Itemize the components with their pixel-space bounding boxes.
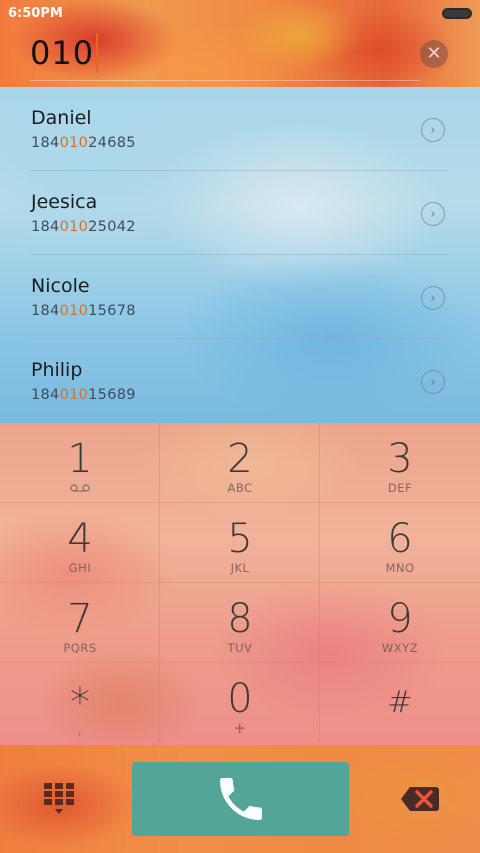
phone-icon	[219, 778, 262, 820]
chevron-right-icon: ›	[430, 374, 436, 390]
key-digit: 1	[67, 436, 93, 482]
key-letters: ,	[77, 723, 83, 737]
key-letters: TUV	[227, 641, 253, 655]
dialer-header: 6:50PM 010 ✕	[0, 0, 480, 87]
key-0[interactable]: 0 +	[160, 663, 320, 743]
number-prefix: 184	[31, 303, 60, 319]
contact-suggestions-list: Daniel 18401024685 › Jeesica 18401025042…	[0, 87, 480, 423]
contact-row-nicole[interactable]: Nicole 18401015678 ›	[0, 255, 480, 339]
contact-detail-button[interactable]: ›	[421, 370, 445, 394]
chevron-right-icon: ›	[430, 206, 436, 222]
key-digit: 3	[387, 436, 413, 482]
key-digit: *	[70, 680, 90, 726]
key-digit: 6	[387, 516, 413, 562]
contact-name: Philip	[31, 359, 83, 381]
battery-icon	[442, 8, 472, 19]
chevron-right-icon: ›	[430, 122, 436, 138]
contact-number: 18401024685	[31, 135, 136, 151]
number-suffix: 24685	[88, 135, 136, 151]
key-letters: GHI	[68, 561, 92, 575]
key-letters: JKL	[230, 561, 250, 575]
number-match: 010	[59, 135, 89, 151]
contact-row-jeesica[interactable]: Jeesica 18401025042 ›	[0, 171, 480, 255]
key-letters: MNO	[385, 561, 415, 575]
key-digit: 7	[67, 596, 93, 642]
keypad-grid-icon[interactable]	[44, 783, 76, 817]
text-caret	[96, 33, 99, 73]
number-match: 010	[59, 387, 89, 403]
call-button[interactable]	[132, 762, 349, 836]
key-9[interactable]: 9 WXYZ	[320, 583, 480, 663]
key-digit: 8	[227, 596, 253, 642]
contact-row-philip[interactable]: Philip 18401015689 ›	[0, 339, 480, 423]
key-letters: ABC	[227, 481, 253, 495]
key-letters: DEF	[387, 481, 413, 495]
key-digit: 0	[227, 676, 253, 722]
key-letters: PQRS	[63, 641, 97, 655]
key-digit: 4	[67, 516, 93, 562]
key-8[interactable]: 8 TUV	[160, 583, 320, 663]
key-digit: #	[387, 685, 413, 720]
contact-detail-button[interactable]: ›	[421, 202, 445, 226]
contact-detail-button[interactable]: ›	[421, 286, 445, 310]
number-match: 010	[59, 303, 89, 319]
key-hash[interactable]: #	[320, 663, 480, 743]
status-time: 6:50PM	[8, 6, 63, 21]
key-5[interactable]: 5 JKL	[160, 503, 320, 583]
key-4[interactable]: 4 GHI	[0, 503, 160, 583]
key-6[interactable]: 6 MNO	[320, 503, 480, 583]
clear-icon: ✕	[426, 43, 442, 64]
number-suffix: 15678	[88, 303, 136, 319]
key-digit: 2	[227, 436, 253, 482]
contact-name: Nicole	[31, 275, 90, 297]
key-letters: +	[233, 719, 247, 737]
key-digit: 5	[227, 516, 253, 562]
key-letters: WXYZ	[381, 641, 419, 655]
chevron-right-icon: ›	[430, 290, 436, 306]
key-3[interactable]: 3 DEF	[320, 423, 480, 503]
status-bar: 6:50PM	[0, 0, 480, 26]
dial-keypad: 1 2 ABC 3 DEF 4 GHI 5 JKL 6 MNO 7 PQRS 8…	[0, 423, 480, 745]
key-star[interactable]: * ,	[0, 663, 160, 743]
contact-name: Jeesica	[31, 191, 98, 213]
contact-detail-button[interactable]: ›	[421, 118, 445, 142]
number-suffix: 25042	[88, 219, 136, 235]
number-prefix: 184	[31, 135, 60, 151]
voicemail-icon	[70, 484, 90, 492]
contact-row-daniel[interactable]: Daniel 18401024685 ›	[0, 87, 480, 171]
contact-number: 18401015678	[31, 303, 136, 319]
dial-number-text: 010	[30, 34, 95, 72]
contact-name: Daniel	[31, 107, 92, 129]
key-digit: 9	[387, 596, 413, 642]
number-match: 010	[59, 219, 89, 235]
number-prefix: 184	[31, 219, 60, 235]
key-2[interactable]: 2 ABC	[160, 423, 320, 503]
number-suffix: 15689	[88, 387, 136, 403]
number-prefix: 184	[31, 387, 60, 403]
input-underline	[30, 80, 420, 81]
dial-number-input[interactable]: 010	[30, 30, 99, 76]
key-7[interactable]: 7 PQRS	[0, 583, 160, 663]
contact-number: 18401025042	[31, 219, 136, 235]
key-1[interactable]: 1	[0, 423, 160, 503]
dialer-action-bar	[0, 745, 480, 853]
contact-number: 18401015689	[31, 387, 136, 403]
backspace-icon[interactable]	[400, 785, 440, 813]
clear-input-button[interactable]: ✕	[420, 40, 448, 68]
